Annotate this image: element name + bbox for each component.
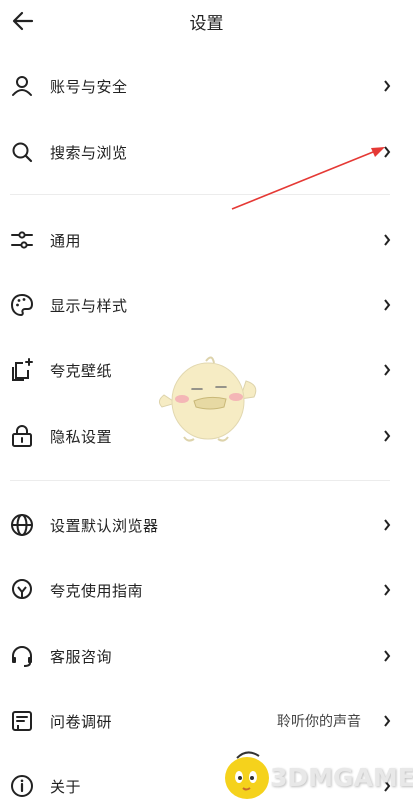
wallpaper-icon [12,358,33,381]
search-icon [12,142,33,163]
settings-item-label: 隐私设置 [50,428,113,446]
chevron-right-icon [384,650,391,662]
chevron-right-icon [384,715,391,727]
settings-item-display[interactable]: 显示与样式 [0,283,413,327]
sliders-icon [11,231,33,249]
mascot-illustration [158,356,257,442]
chevron-right-icon [384,430,391,442]
chevron-right-icon [384,146,391,158]
settings-item-label: 通用 [50,232,82,250]
chevron-right-icon [384,234,391,246]
survey-icon [12,711,32,731]
settings-item-support[interactable]: 客服咨询 [0,634,413,678]
survey-hint-text: 聆听你的声音 [277,714,361,730]
settings-item-label: 客服咨询 [50,648,113,666]
settings-item-guide[interactable]: 夸克使用指南 [0,568,413,612]
headset-icon [12,646,32,667]
section-divider [10,194,390,195]
page-title: 设置 [189,14,224,34]
palette-icon [10,293,34,317]
header: 设置 [0,0,413,44]
settings-item-label: 账号与安全 [50,78,128,96]
info-icon [11,775,33,797]
watermark-text: 3DMGAME [270,763,413,792]
user-icon [12,76,32,96]
settings-item-label: 夸克使用指南 [50,582,144,600]
chevron-right-icon [384,299,391,311]
settings-item-label: 设置默认浏览器 [50,517,159,535]
settings-item-general[interactable]: 通用 [0,218,413,262]
settings-item-default-browser[interactable]: 设置默认浏览器 [0,503,413,547]
chevron-right-icon [384,364,391,376]
section-divider [10,480,390,481]
settings-item-survey[interactable]: 问卷调研 聆听你的声音 [0,699,413,743]
bulb-icon [12,579,32,599]
settings-item-search[interactable]: 搜索与浏览 [0,130,413,174]
settings-item-label: 问卷调研 [50,713,113,731]
lock-icon [12,425,32,447]
settings-item-label: 夸克壁纸 [50,362,113,380]
settings-item-label: 搜索与浏览 [50,144,128,162]
chevron-right-icon [384,519,391,531]
globe-icon [11,514,33,536]
settings-item-label: 显示与样式 [50,297,128,315]
settings-item-account[interactable]: 账号与安全 [0,64,413,108]
chevron-right-icon [384,80,391,92]
settings-item-label: 关于 [50,778,82,796]
chevron-right-icon [384,584,391,596]
